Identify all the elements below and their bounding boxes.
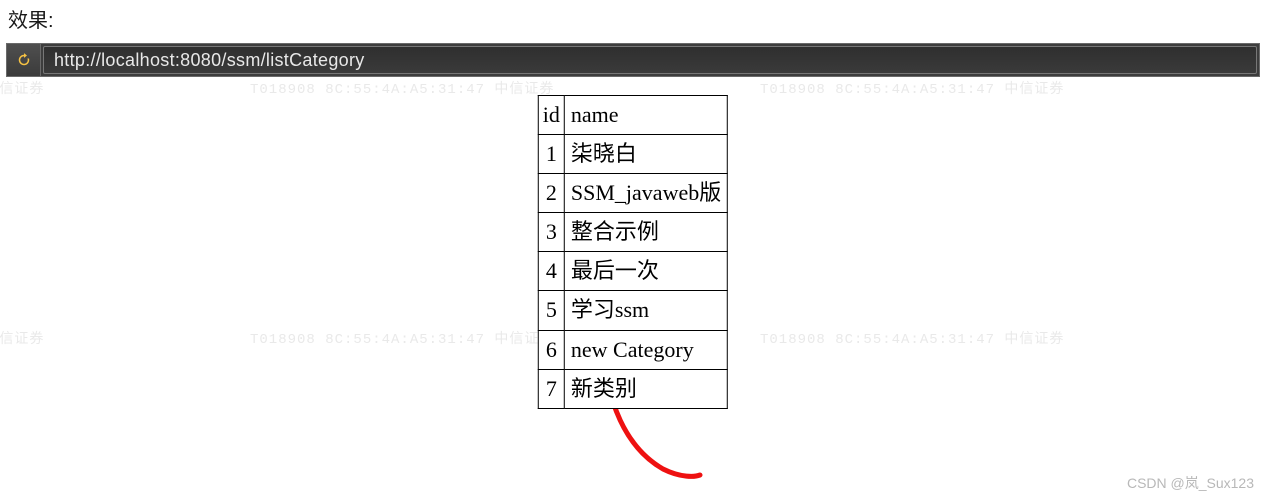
cell-name: 柒晓白 <box>564 135 727 174</box>
table-row: 6new Category <box>538 330 727 369</box>
table-row: 3整合示例 <box>538 213 727 252</box>
cell-name: 新类别 <box>564 369 727 408</box>
cell-name: new Category <box>564 330 727 369</box>
cell-id: 1 <box>538 135 564 174</box>
table-row: 4最后一次 <box>538 252 727 291</box>
cell-id: 4 <box>538 252 564 291</box>
cell-id: 2 <box>538 174 564 213</box>
cell-id: 7 <box>538 369 564 408</box>
cell-id: 3 <box>538 213 564 252</box>
table-row: 7新类别 <box>538 369 727 408</box>
table-row: 5学习ssm <box>538 291 727 330</box>
url-text: http://localhost:8080/ssm/listCategory <box>54 50 365 71</box>
cell-name: 学习ssm <box>564 291 727 330</box>
cell-name: 整合示例 <box>564 213 727 252</box>
col-header-id: id <box>538 96 564 135</box>
cell-name: SSM_javaweb版 <box>564 174 727 213</box>
cell-id: 5 <box>538 291 564 330</box>
watermark-text: T018908 8C:55:4A:A5:31:47 中信证券 <box>250 83 554 97</box>
address-bar: http://localhost:8080/ssm/listCategory <box>6 43 1260 77</box>
watermark-text: T018908 8C:55:4A:A5:31:47 中信证券 <box>0 83 44 97</box>
credit-text: CSDN @岚_Sux123 <box>1127 473 1254 493</box>
table-header-row: id name <box>538 96 727 135</box>
watermark-text: T018908 8C:55:4A:A5:31:47 中信证券 <box>250 333 554 347</box>
url-input[interactable]: http://localhost:8080/ssm/listCategory <box>43 46 1257 74</box>
table-row: 2SSM_javaweb版 <box>538 174 727 213</box>
refresh-button[interactable] <box>7 44 41 76</box>
page-heading: 效果: <box>0 0 1266 43</box>
watermark-text: T018908 8C:55:4A:A5:31:47 中信证券 <box>0 333 44 347</box>
watermark-text: T018908 8C:55:4A:A5:31:47 中信证券 <box>760 83 1064 97</box>
page-content: T018908 8C:55:4A:A5:31:47 中信证券 T018908 8… <box>0 77 1266 497</box>
cell-id: 6 <box>538 330 564 369</box>
category-table: id name 1柒晓白 2SSM_javaweb版 3整合示例 4最后一次 5… <box>538 95 728 409</box>
watermark-text: T018908 8C:55:4A:A5:31:47 中信证券 <box>760 333 1064 347</box>
col-header-name: name <box>564 96 727 135</box>
refresh-icon <box>15 51 33 69</box>
table-row: 1柒晓白 <box>538 135 727 174</box>
cell-name: 最后一次 <box>564 252 727 291</box>
